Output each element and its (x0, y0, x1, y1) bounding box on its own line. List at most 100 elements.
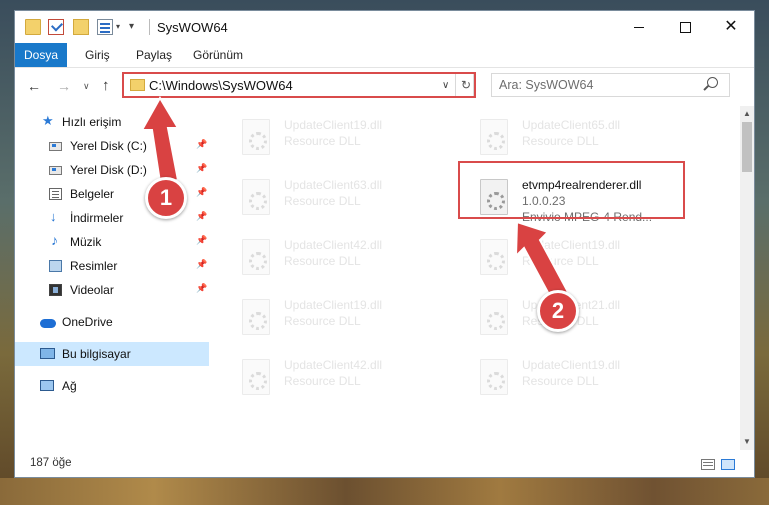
file-item[interactable]: UpdateClient42.dll Resource DLL (212, 354, 432, 402)
item-count: 187 öğe (30, 457, 72, 469)
file-item[interactable]: UpdateClient63.dll Resource DLL (212, 174, 432, 222)
pictures-icon (49, 260, 62, 272)
large-icons-view-icon[interactable] (721, 459, 735, 470)
file-type: Resource DLL (522, 374, 599, 388)
step-badge-1: 1 (145, 177, 187, 219)
maximize-button[interactable] (662, 11, 708, 43)
sidebar-item-onedrive[interactable]: OneDrive (15, 310, 209, 334)
scroll-down-icon[interactable]: ▼ (743, 437, 751, 446)
sidebar-item-label: Resimler (70, 259, 118, 273)
sidebar-item-videos[interactable]: Videolar 📌 (15, 278, 209, 302)
search-placeholder: Ara: SysWOW64 (499, 78, 594, 92)
pin-icon: 📌 (196, 187, 208, 197)
properties-icon[interactable] (97, 19, 113, 35)
pin-icon: 📌 (196, 211, 208, 221)
pin-icon: 📌 (196, 163, 208, 173)
music-icon: ♪ (51, 232, 58, 248)
documents-icon (49, 188, 62, 200)
dll-file-icon (242, 119, 270, 155)
status-bar: 187 öğe (15, 452, 754, 477)
dll-file-icon (480, 239, 508, 275)
back-button[interactable]: ← (27, 78, 41, 94)
sidebar-item-label: Yerel Disk (C:) (70, 139, 147, 153)
onedrive-icon (40, 319, 56, 328)
pin-icon: 📌 (196, 139, 208, 149)
pin-icon: 📌 (196, 259, 208, 269)
dll-file-icon (480, 299, 508, 335)
tab-file[interactable]: Dosya (15, 43, 67, 67)
sidebar-item-this-pc[interactable]: Bu bilgisayar (15, 342, 209, 366)
pin-icon: 📌 (196, 235, 208, 245)
search-icon[interactable] (707, 77, 718, 88)
sidebar-item-disk-c[interactable]: Yerel Disk (C:) 📌 (15, 134, 209, 158)
dll-file-icon (480, 119, 508, 155)
download-icon: ↓ (50, 209, 57, 224)
file-item[interactable]: UpdateClient19.dll Resource DLL (212, 294, 432, 342)
properties-check-icon[interactable] (48, 19, 64, 35)
file-highlight-box (458, 161, 685, 219)
dll-file-icon (242, 239, 270, 275)
title-bar: ▾ ▾ SysWOW64 ✕ (15, 11, 754, 43)
file-name: UpdateClient63.dll (284, 178, 383, 192)
computer-icon (40, 348, 55, 359)
dll-file-icon (242, 299, 270, 335)
sidebar-item-label: Müzik (70, 235, 102, 249)
file-item[interactable]: UpdateClient19.dll Resource DLL (212, 114, 432, 162)
sidebar-item-music[interactable]: ♪ Müzik 📌 (15, 230, 209, 254)
new-folder-icon[interactable] (73, 19, 89, 35)
up-button[interactable]: ↑ (102, 77, 110, 94)
file-item[interactable]: UpdateClient19.dll Resource DLL (450, 234, 670, 282)
dll-file-icon (480, 359, 508, 395)
window-title: SysWOW64 (157, 20, 228, 35)
file-type: Resource DLL (284, 134, 361, 148)
ribbon-tabs: Dosya Giriş Paylaş Görünüm ∨ ? (15, 43, 754, 95)
sidebar-item-label: Belgeler (70, 187, 115, 201)
sidebar-item-quick-access[interactable]: ★ Hızlı erişim (15, 110, 209, 134)
folder-icon (25, 19, 41, 35)
desktop-wallpaper (0, 478, 769, 505)
close-button[interactable]: ✕ (708, 11, 754, 43)
disk-icon (49, 166, 62, 175)
tab-home[interactable]: Giriş (85, 43, 110, 67)
star-icon: ★ (42, 113, 54, 128)
file-name: UpdateClient19.dll (284, 118, 383, 132)
file-item[interactable]: UpdateClient19.dll Resource DLL (450, 354, 670, 402)
scrollbar-thumb[interactable] (742, 122, 752, 172)
file-type: Resource DLL (522, 254, 599, 268)
pin-icon: 📌 (196, 283, 208, 293)
file-type: Resource DLL (284, 374, 361, 388)
dll-file-icon (242, 359, 270, 395)
sidebar-item-label: Videolar (70, 283, 114, 297)
sidebar-item-pictures[interactable]: Resimler 📌 (15, 254, 209, 278)
recent-locations-icon[interactable]: ∨ (83, 81, 90, 92)
file-type: Resource DLL (284, 254, 361, 268)
details-view-icon[interactable] (701, 459, 715, 470)
file-name: UpdateClient19.dll (522, 238, 621, 252)
file-item[interactable]: UpdateClient42.dll Resource DLL (212, 234, 432, 282)
forward-button[interactable]: → (57, 78, 71, 94)
address-highlight-box (122, 72, 476, 98)
customize-quick-access-icon[interactable]: ▾ (129, 19, 145, 35)
sidebar-item-network[interactable]: Ağ (15, 374, 209, 398)
scroll-up-icon[interactable]: ▲ (743, 109, 751, 118)
tab-share[interactable]: Paylaş (136, 43, 172, 67)
sidebar-item-label: OneDrive (62, 315, 113, 329)
minimize-button[interactable] (616, 11, 662, 43)
tab-view[interactable]: Görünüm (193, 43, 243, 67)
file-type: Resource DLL (284, 314, 361, 328)
navigation-bar: ← → ∨ ↑ C:\Windows\SysWOW64 ∨ ↻ Ara: Sys… (15, 68, 754, 104)
sidebar-item-disk-d[interactable]: Yerel Disk (D:) 📌 (15, 158, 209, 182)
sidebar-item-label: Bu bilgisayar (62, 347, 131, 361)
sidebar-item-label: Yerel Disk (D:) (70, 163, 147, 177)
disk-icon (49, 142, 62, 151)
file-type: Resource DLL (522, 134, 599, 148)
navigation-pane: ★ Hızlı erişim Yerel Disk (C:) 📌 Yerel D… (15, 106, 211, 450)
vertical-scrollbar[interactable]: ▲ ▼ (740, 106, 754, 450)
search-box[interactable]: Ara: SysWOW64 (491, 73, 730, 97)
file-name: UpdateClient19.dll (284, 298, 383, 312)
file-list: UpdateClient19.dll Resource DLL UpdateCl… (212, 106, 740, 450)
file-name: UpdateClient19.dll (522, 358, 621, 372)
file-item[interactable]: UpdateClient65.dll Resource DLL (450, 114, 670, 162)
title-separator (149, 19, 150, 35)
file-name: UpdateClient42.dll (284, 358, 383, 372)
